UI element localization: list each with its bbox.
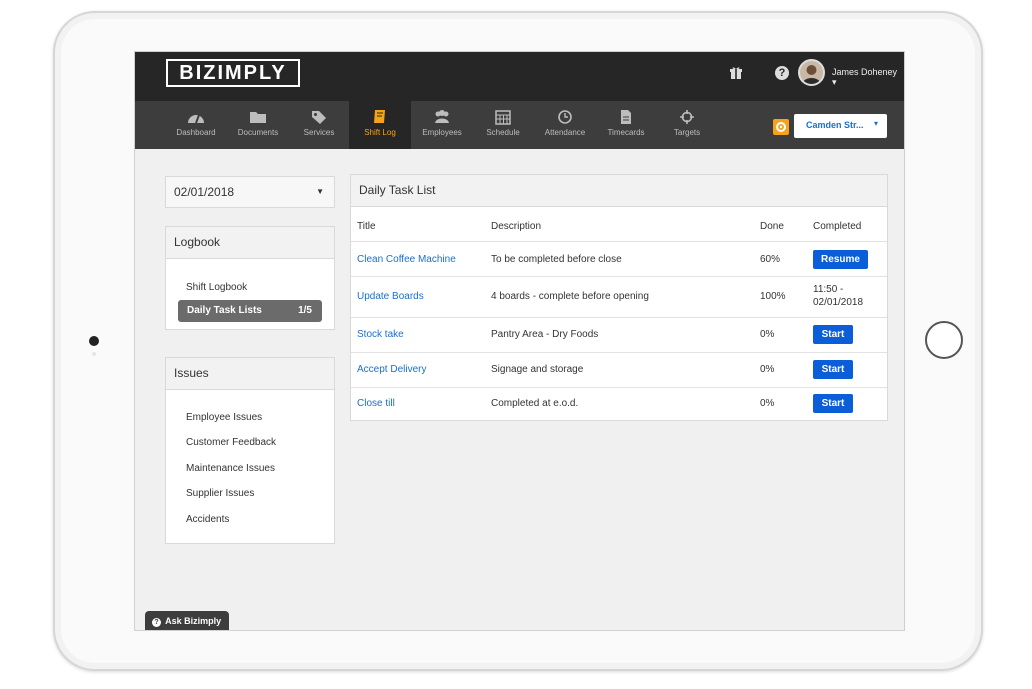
users-icon bbox=[435, 110, 449, 123]
camera-icon bbox=[89, 336, 99, 346]
column-header-completed: Completed bbox=[813, 221, 862, 232]
count-badge: 1/5 bbox=[298, 305, 312, 316]
dashboard-icon bbox=[188, 114, 204, 124]
task-list-title: Daily Task List bbox=[351, 175, 887, 207]
task-done: 0% bbox=[760, 329, 775, 340]
sensor-dot bbox=[92, 352, 96, 356]
task-description: Completed at e.o.d. bbox=[491, 398, 579, 409]
nav-label: Shift Log bbox=[364, 128, 396, 137]
folder-icon bbox=[250, 112, 266, 123]
task-description: 4 boards - complete before opening bbox=[491, 291, 649, 302]
app-screen: BIZIMPLY ? James Doheney ▾ Dashboard Doc… bbox=[134, 51, 905, 631]
sidebar-item-customer-feedback[interactable]: Customer Feedback bbox=[186, 437, 276, 448]
task-title-link[interactable]: Clean Coffee Machine bbox=[357, 254, 456, 265]
start-button[interactable]: Start bbox=[813, 394, 853, 413]
sidebar-item-accidents[interactable]: Accidents bbox=[186, 514, 229, 525]
issues-panel: Issues Employee Issues Customer Feedback… bbox=[165, 357, 335, 544]
gift-icon[interactable] bbox=[729, 66, 743, 80]
location-value: Camden Str... bbox=[806, 120, 864, 130]
task-title-link[interactable]: Accept Delivery bbox=[357, 364, 426, 375]
nav-schedule[interactable]: Schedule bbox=[472, 101, 534, 149]
ask-bizimply-button[interactable]: ? Ask Bizimply bbox=[145, 611, 229, 630]
sidebar-item-supplier-issues[interactable]: Supplier Issues bbox=[186, 488, 254, 499]
nav-employees[interactable]: Employees bbox=[411, 101, 473, 149]
user-menu[interactable]: James Doheney ▾ bbox=[832, 67, 904, 88]
completed-time: 11:50 - bbox=[813, 284, 844, 295]
caret-down-icon: ▼ bbox=[316, 187, 324, 196]
location-select[interactable]: Camden Str... ▾ bbox=[794, 114, 887, 138]
nav-attendance[interactable]: Attendance bbox=[534, 101, 596, 149]
task-list-panel: Daily Task List Title Description Done C… bbox=[350, 174, 888, 421]
nav-targets[interactable]: Targets bbox=[656, 101, 718, 149]
date-value: 02/01/2018 bbox=[174, 185, 235, 199]
user-name: James Doheney bbox=[832, 67, 898, 77]
start-button[interactable]: Start bbox=[813, 325, 853, 344]
nav-label: Attendance bbox=[544, 128, 586, 137]
task-title-link[interactable]: Stock take bbox=[357, 329, 404, 340]
task-done: 100% bbox=[760, 291, 786, 302]
sidebar-item-employee-issues[interactable]: Employee Issues bbox=[186, 412, 262, 423]
column-header-done: Done bbox=[760, 221, 784, 232]
nav-timecards[interactable]: Timecards bbox=[595, 101, 657, 149]
book-icon bbox=[374, 110, 385, 123]
question-icon: ? bbox=[152, 618, 161, 627]
avatar[interactable] bbox=[798, 59, 825, 86]
table-row: Close till Completed at e.o.d. 0% Start bbox=[351, 387, 887, 421]
crosshair-icon bbox=[680, 110, 694, 124]
user-photo-icon bbox=[800, 61, 823, 84]
nav-label: Dashboard bbox=[176, 128, 216, 137]
tags-icon bbox=[312, 111, 326, 124]
sidebar-item-shift-logbook[interactable]: Shift Logbook bbox=[186, 282, 247, 293]
column-header-title: Title bbox=[357, 221, 376, 232]
ask-label: Ask Bizimply bbox=[165, 616, 222, 626]
nav-label: Targets bbox=[673, 128, 701, 137]
nav-label: Timecards bbox=[607, 128, 645, 137]
date-select[interactable]: 02/01/2018 ▼ bbox=[165, 176, 335, 208]
task-description: Pantry Area - Dry Foods bbox=[491, 329, 599, 340]
help-icon[interactable]: ? bbox=[775, 66, 789, 80]
home-button[interactable] bbox=[925, 321, 963, 359]
issues-title: Issues bbox=[166, 358, 334, 390]
nav-shift-log[interactable]: Shift Log bbox=[349, 101, 411, 149]
task-done: 0% bbox=[760, 364, 775, 375]
task-done: 60% bbox=[760, 254, 781, 265]
table-row: Clean Coffee Machine To be completed bef… bbox=[351, 241, 887, 277]
task-title-link[interactable]: Close till bbox=[357, 398, 395, 409]
table-row: Update Boards 4 boards - complete before… bbox=[351, 276, 887, 318]
task-description: To be completed before close bbox=[491, 254, 622, 265]
table-row: Accept Delivery Signage and storage 0% S… bbox=[351, 352, 887, 388]
file-icon bbox=[621, 110, 631, 124]
task-title-link[interactable]: Update Boards bbox=[357, 291, 424, 302]
clock-icon bbox=[558, 110, 572, 124]
sidebar-item-daily-task-lists[interactable]: Daily Task Lists 1/5 bbox=[178, 300, 322, 322]
completed-date: 02/01/2018 bbox=[813, 297, 864, 308]
resume-button[interactable]: Resume bbox=[813, 250, 868, 269]
task-done: 0% bbox=[760, 398, 775, 409]
calendar-icon bbox=[495, 110, 511, 125]
app-logo[interactable]: BIZIMPLY bbox=[166, 59, 300, 87]
gear-icon[interactable] bbox=[773, 119, 789, 135]
logbook-title: Logbook bbox=[166, 227, 334, 259]
logbook-panel: Logbook Shift Logbook Daily Task Lists 1… bbox=[165, 226, 335, 330]
sidebar-item-maintenance-issues[interactable]: Maintenance Issues bbox=[186, 463, 275, 474]
nav-services[interactable]: Services bbox=[288, 101, 350, 149]
gear-glyph-icon bbox=[776, 122, 786, 132]
nav-label: Schedule bbox=[486, 128, 520, 137]
task-description: Signage and storage bbox=[491, 364, 584, 375]
nav-label: Employees bbox=[422, 128, 462, 137]
caret-down-icon: ▾ bbox=[873, 119, 878, 128]
nav-label: Documents bbox=[237, 128, 279, 137]
sidebar-item-label: Daily Task Lists bbox=[187, 305, 262, 316]
top-bar: BIZIMPLY ? James Doheney ▾ bbox=[135, 52, 904, 101]
nav-documents[interactable]: Documents bbox=[227, 101, 289, 149]
start-button[interactable]: Start bbox=[813, 360, 853, 379]
column-header-description: Description bbox=[491, 221, 542, 232]
table-row: Stock take Pantry Area - Dry Foods 0% St… bbox=[351, 317, 887, 353]
chevron-down-icon: ▾ bbox=[832, 77, 837, 87]
nav-label: Services bbox=[303, 128, 335, 137]
nav-dashboard[interactable]: Dashboard bbox=[165, 101, 227, 149]
